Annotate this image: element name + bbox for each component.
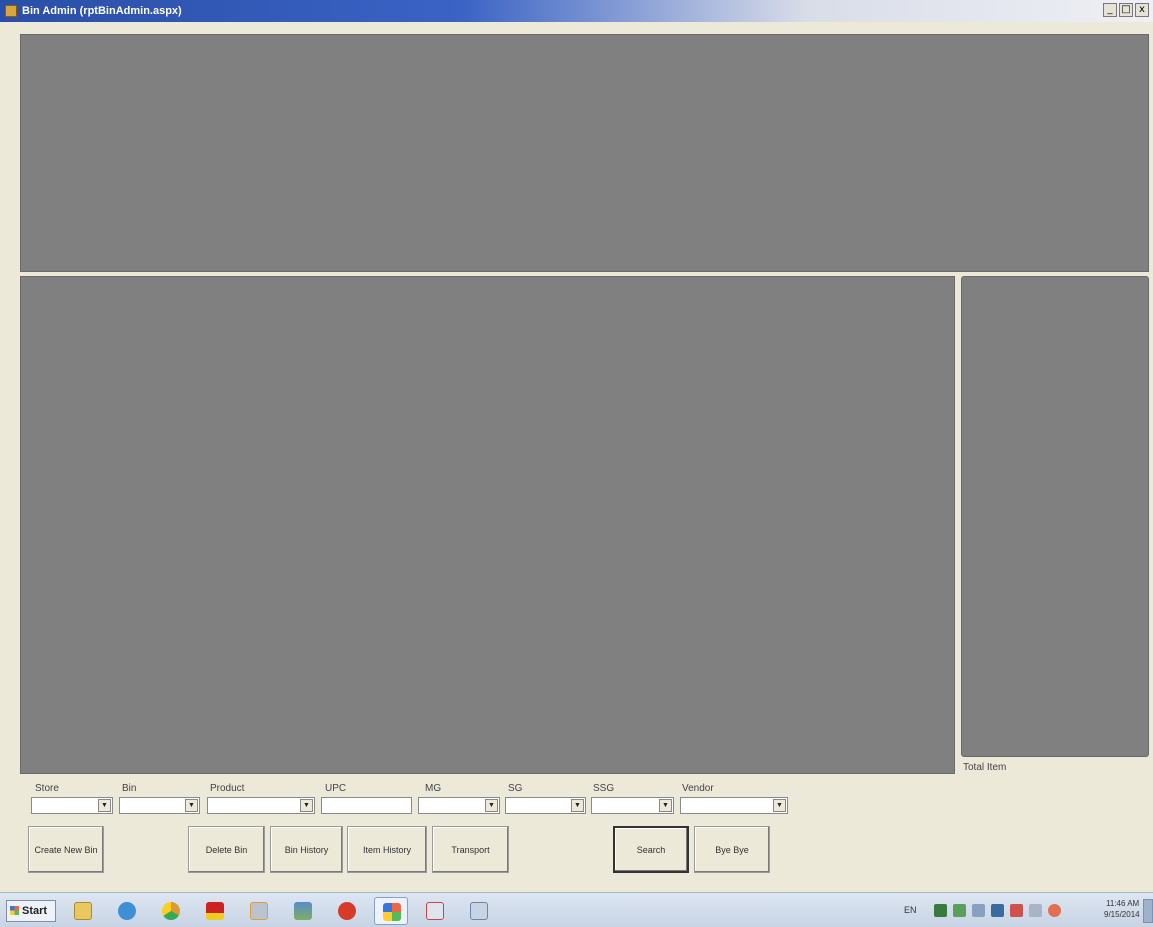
top-grid-panel[interactable] — [20, 34, 1149, 272]
snipping-tool-icon[interactable] — [418, 897, 452, 925]
network-tool-icon[interactable] — [242, 897, 276, 925]
bin-dropdown[interactable]: ▼ — [119, 797, 200, 814]
main-grid-panel[interactable] — [20, 276, 955, 774]
chevron-down-icon[interactable]: ▼ — [98, 799, 111, 812]
window-controls: _ □ x — [1103, 3, 1149, 17]
mg-dropdown[interactable]: ▼ — [418, 797, 500, 814]
windows-app-icon[interactable] — [374, 897, 408, 925]
mg-label: MG — [425, 783, 442, 794]
start-button[interactable]: Start — [6, 900, 56, 922]
search-button[interactable]: Search — [613, 826, 689, 873]
tray-pdf-icon[interactable] — [1010, 904, 1023, 917]
chevron-down-icon[interactable]: ▼ — [773, 799, 786, 812]
tray-display-icon[interactable] — [991, 904, 1004, 917]
sg-label: SG — [508, 783, 523, 794]
side-grid-panel[interactable] — [961, 276, 1149, 757]
chevron-down-icon[interactable]: ▼ — [659, 799, 672, 812]
vendor-label: Vendor — [682, 783, 714, 794]
bin-history-button[interactable]: Bin History — [270, 826, 343, 873]
tray-alert-icon[interactable] — [1048, 904, 1061, 917]
clock-time[interactable]: 11:46 AM — [1106, 899, 1139, 908]
chevron-down-icon[interactable]: ▼ — [485, 799, 498, 812]
image-viewer-icon[interactable] — [286, 897, 320, 925]
tray-volume-icon[interactable] — [1029, 904, 1042, 917]
ssg-dropdown[interactable]: ▼ — [591, 797, 674, 814]
tray-app-icon[interactable] — [934, 904, 947, 917]
tray-network-icon[interactable] — [972, 904, 985, 917]
sg-dropdown[interactable]: ▼ — [505, 797, 586, 814]
store-dropdown[interactable]: ▼ — [31, 797, 113, 814]
create-new-bin-button[interactable]: Create New Bin — [28, 826, 104, 873]
window-title: Bin Admin (rptBinAdmin.aspx) — [22, 5, 182, 17]
chevron-down-icon[interactable]: ▼ — [300, 799, 313, 812]
product-label: Product — [210, 783, 245, 794]
pdf-icon[interactable] — [330, 897, 364, 925]
chevron-down-icon[interactable]: ▼ — [185, 799, 198, 812]
close-button[interactable]: x — [1135, 3, 1149, 17]
tray-sync-icon[interactable] — [953, 904, 966, 917]
upc-input[interactable] — [321, 797, 412, 814]
internet-explorer-icon[interactable] — [110, 897, 144, 925]
total-item-label: Total Item — [963, 762, 1007, 773]
vendor-dropdown[interactable]: ▼ — [680, 797, 788, 814]
folder-icon[interactable] — [66, 897, 100, 925]
bin-label: Bin — [122, 783, 137, 794]
product-dropdown[interactable]: ▼ — [207, 797, 315, 814]
title-bar: Bin Admin (rptBinAdmin.aspx) _ □ x — [0, 0, 1153, 22]
bye-bye-button[interactable]: Bye Bye — [694, 826, 770, 873]
language-indicator[interactable]: EN — [904, 905, 917, 915]
chrome-icon[interactable] — [154, 897, 188, 925]
clock-date[interactable]: 9/15/2014 — [1104, 910, 1140, 919]
store-label: Store — [35, 783, 59, 794]
calculator-icon[interactable] — [462, 897, 496, 925]
upc-label: UPC — [325, 783, 347, 794]
sjuc-app-icon[interactable] — [198, 897, 232, 925]
app-icon — [5, 5, 17, 17]
maximize-button[interactable]: □ — [1119, 3, 1133, 17]
show-desktop-button[interactable] — [1143, 899, 1153, 923]
minimize-button[interactable]: _ — [1103, 3, 1117, 17]
ssg-label: SSG — [593, 783, 615, 794]
delete-bin-button[interactable]: Delete Bin — [188, 826, 265, 873]
item-history-button[interactable]: Item History — [347, 826, 427, 873]
transport-button[interactable]: Transport — [432, 826, 509, 873]
chevron-down-icon[interactable]: ▼ — [571, 799, 584, 812]
taskbar: Start EN 11:46 AM 9/15/2014 — [0, 892, 1153, 927]
